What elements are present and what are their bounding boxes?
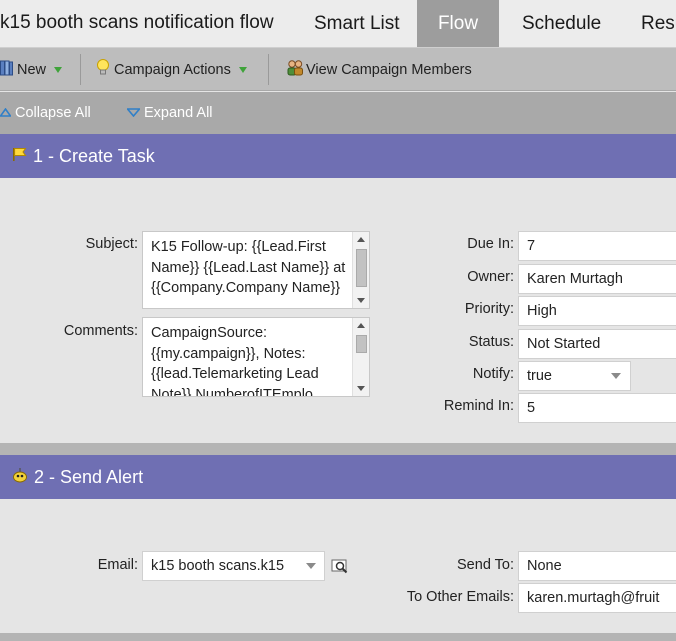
email-value: k15 booth scans.k15 xyxy=(151,558,285,574)
notify-select[interactable]: true xyxy=(518,361,631,391)
lightbulb-icon xyxy=(96,59,110,80)
owner-label: Owner: xyxy=(467,269,514,285)
comments-label: Comments: xyxy=(63,323,138,339)
owner-select[interactable]: Karen Murtagh xyxy=(518,264,676,294)
triangle-down-icon xyxy=(125,105,142,121)
subject-text: K15 Follow-up: {{Lead.First Name}} {{Lea… xyxy=(151,239,346,296)
scroll-up-icon[interactable] xyxy=(357,237,365,242)
scroll-down-icon[interactable] xyxy=(357,386,365,391)
scroll-up-icon[interactable] xyxy=(357,323,365,328)
chevron-down-icon xyxy=(611,373,621,379)
collapse-all-label: Collapse All xyxy=(15,105,91,121)
tab-flow[interactable]: Flow xyxy=(417,0,499,47)
campaign-tab-bar: k15 booth scans notification flow Smart … xyxy=(0,0,676,48)
due-in-field[interactable]: 7 xyxy=(518,231,676,261)
expand-all-label: Expand All xyxy=(144,105,213,121)
preview-email-icon[interactable] xyxy=(331,558,349,579)
status-label: Status: xyxy=(468,334,514,350)
step-divider xyxy=(0,443,676,455)
chevron-down-icon xyxy=(238,66,247,73)
tab-schedule[interactable]: Schedule xyxy=(522,0,601,47)
collapse-all-button[interactable]: Collapse All xyxy=(0,92,91,134)
flow-step-create-task-header[interactable]: 1 - Create Task xyxy=(0,134,676,178)
view-campaign-members-label: View Campaign Members xyxy=(306,61,472,78)
new-label: New xyxy=(17,61,47,78)
notify-label: Notify: xyxy=(472,366,514,382)
chevron-down-icon xyxy=(54,66,63,73)
flag-icon xyxy=(12,146,27,167)
notify-value: true xyxy=(527,368,552,384)
remind-in-field[interactable]: 5 xyxy=(518,393,676,423)
campaign-title: k15 booth scans notification flow xyxy=(0,12,274,33)
to-other-emails-label: To Other Emails: xyxy=(406,589,514,605)
to-other-emails-field[interactable]: karen.murtagh@fruit xyxy=(518,583,676,613)
remind-in-label: Remind In: xyxy=(443,398,514,414)
people-icon xyxy=(286,59,304,80)
comments-scrollbar[interactable] xyxy=(352,318,369,396)
subject-textarea[interactable]: K15 Follow-up: {{Lead.First Name}} {{Lea… xyxy=(142,231,370,309)
email-select[interactable]: k15 booth scans.k15 xyxy=(142,551,325,581)
toolbar-divider xyxy=(80,54,81,85)
send-to-label: Send To: xyxy=(457,557,514,573)
email-label: Email: xyxy=(97,557,138,573)
subject-scrollbar[interactable] xyxy=(352,232,369,308)
tab-smart-list[interactable]: Smart List xyxy=(314,0,400,47)
step-title: 1 - Create Task xyxy=(33,145,155,166)
flow-step-send-alert-header[interactable]: 2 - Send Alert xyxy=(0,455,676,499)
due-in-label: Due In: xyxy=(467,236,514,252)
tab-results[interactable]: Resu xyxy=(641,0,676,47)
alert-bell-icon xyxy=(12,467,28,488)
toolbar: New Campaign Actions View Campaign Membe… xyxy=(0,48,676,91)
comments-textarea[interactable]: CampaignSource: {{my.campaign}}, Notes: … xyxy=(142,317,370,397)
status-select[interactable]: Not Started xyxy=(518,329,676,359)
view-campaign-members-button[interactable]: View Campaign Members xyxy=(286,48,472,91)
step-title: 2 - Send Alert xyxy=(34,466,144,487)
campaign-actions-label: Campaign Actions xyxy=(114,61,231,78)
priority-select[interactable]: High xyxy=(518,296,676,326)
collapse-expand-bar: Collapse All Expand All xyxy=(0,92,676,134)
campaign-actions-button[interactable]: Campaign Actions xyxy=(96,48,247,91)
send-to-select[interactable]: None xyxy=(518,551,676,581)
toolbar-divider xyxy=(268,54,269,85)
scrollbar-thumb[interactable] xyxy=(356,335,367,353)
subject-label: Subject: xyxy=(85,236,138,252)
expand-all-button[interactable]: Expand All xyxy=(125,92,213,134)
triangle-up-icon xyxy=(0,105,13,121)
scroll-down-icon[interactable] xyxy=(357,298,365,303)
new-icon xyxy=(0,60,13,80)
priority-label: Priority: xyxy=(464,301,514,317)
comments-text: CampaignSource: {{my.campaign}}, Notes: … xyxy=(151,325,319,397)
scrollbar-thumb[interactable] xyxy=(356,249,367,287)
step-divider xyxy=(0,633,676,641)
new-button[interactable]: New xyxy=(0,48,63,91)
chevron-down-icon xyxy=(306,563,316,569)
